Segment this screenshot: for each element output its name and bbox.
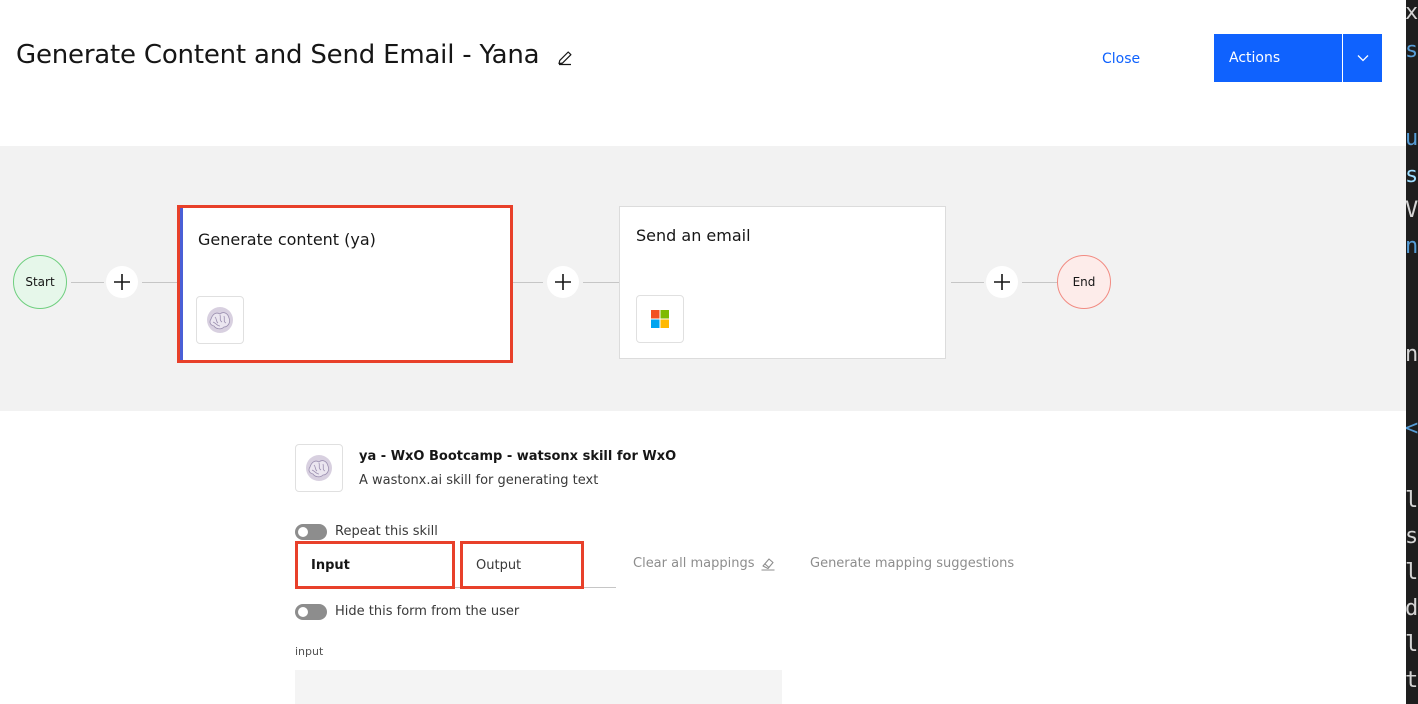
connector-line [71,282,104,283]
edit-pencil-icon[interactable] [555,48,575,68]
input-field[interactable] [295,670,782,704]
eraser-icon[interactable] [760,556,776,572]
connector-line [513,282,543,283]
clear-mappings-button[interactable]: Clear all mappings [633,556,754,571]
hide-form-label: Hide this form from the user [335,604,520,619]
add-step-button[interactable] [106,266,138,298]
actions-button[interactable]: Actions [1214,34,1342,82]
code-editor-edge: x s u s V n n < l s l d l t [1406,0,1418,704]
tab-output[interactable]: Output [460,541,584,589]
step-card-send-email[interactable]: Send an email [619,206,946,359]
plus-icon [555,274,571,290]
page-title: Generate Content and Send Email - Yana [16,40,540,70]
hide-form-toggle[interactable] [295,604,327,620]
end-node[interactable]: End [1057,255,1111,309]
start-node[interactable]: Start [13,255,67,309]
step-card-generate-content[interactable]: Generate content (ya) [177,205,513,363]
flow-canvas: Start Generate content (ya) Send an emai… [0,146,1406,411]
plus-icon [994,274,1010,290]
repeat-skill-label: Repeat this skill [335,524,438,539]
input-field-label: input [295,645,324,658]
chevron-down-icon [1357,55,1368,62]
step-title: Send an email [636,226,751,245]
repeat-skill-toggle[interactable] [295,524,327,540]
add-step-button[interactable] [547,266,579,298]
brain-icon [295,444,343,492]
step-title: Generate content (ya) [198,230,376,249]
add-step-button[interactable] [986,266,1018,298]
connector-line [951,282,984,283]
brain-icon [196,296,244,344]
connector-line [583,282,619,283]
tab-input[interactable]: Input [295,541,455,589]
skill-description: A wastonx.ai skill for generating text [359,473,599,488]
connector-line [142,282,177,283]
generate-mapping-suggestions-button[interactable]: Generate mapping suggestions [810,556,1014,571]
actions-dropdown-button[interactable] [1343,34,1382,82]
microsoft-logo-icon [636,295,684,343]
plus-icon [114,274,130,290]
skill-name: ya - WxO Bootcamp - watsonx skill for Wx… [359,449,677,464]
connector-line [1022,282,1057,283]
close-link[interactable]: Close [1102,51,1140,67]
